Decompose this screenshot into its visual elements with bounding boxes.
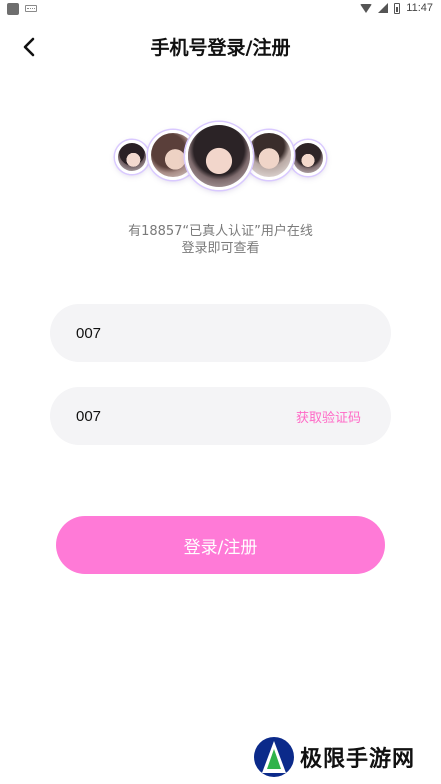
status-time: 11:47	[406, 2, 433, 14]
verification-code-input[interactable]	[76, 387, 276, 445]
phone-input[interactable]	[76, 304, 276, 362]
avatar-group	[110, 118, 330, 198]
page-title: 手机号登录/注册	[150, 37, 291, 59]
watermark-logo-icon	[254, 737, 294, 777]
app-notification-icon	[7, 3, 19, 15]
avatar	[115, 140, 149, 174]
watermark: 极限手游网	[252, 735, 415, 779]
status-bar: 11:47	[0, 0, 441, 18]
avatar	[185, 122, 253, 190]
code-field[interactable]: 获取验证码	[50, 387, 391, 445]
avatar	[290, 140, 326, 176]
battery-icon	[394, 2, 401, 14]
login-register-button[interactable]: 登录/注册	[56, 516, 385, 574]
phone-field[interactable]	[50, 304, 391, 362]
status-bar-right: 11:47	[360, 2, 433, 14]
keyboard-icon	[25, 5, 37, 12]
watermark-text: 极限手游网	[300, 747, 416, 772]
login-hint-text: 登录即可查看	[181, 241, 260, 256]
wifi-icon	[360, 3, 373, 13]
cellular-icon	[378, 3, 389, 13]
get-code-button[interactable]: 获取验证码	[296, 407, 361, 426]
nav-bar: 手机号登录/注册	[0, 22, 441, 70]
